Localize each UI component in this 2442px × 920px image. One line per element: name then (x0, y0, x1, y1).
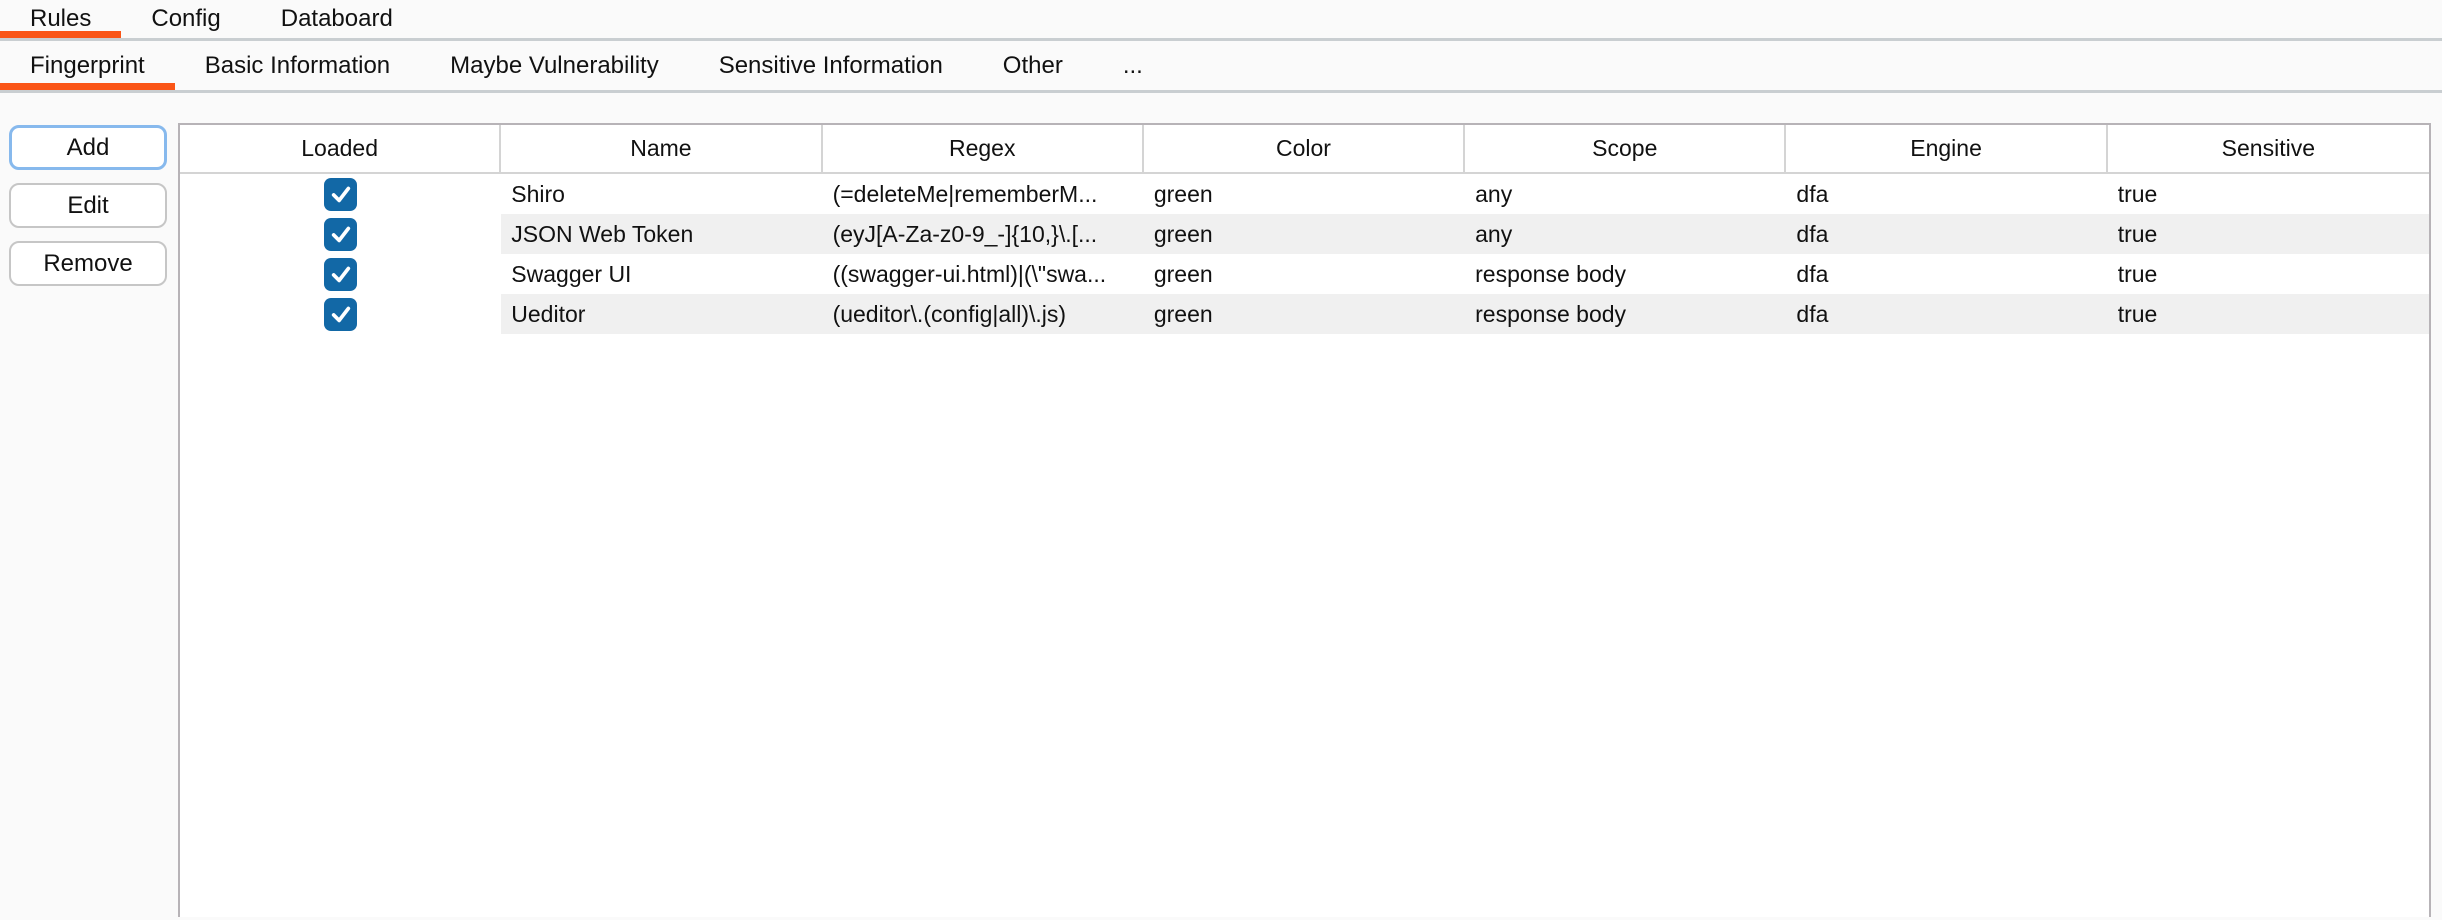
table-row[interactable]: Shiro (=deleteMe|rememberM... green any … (180, 174, 2429, 214)
column-header-engine[interactable]: Engine (1786, 125, 2107, 172)
loaded-checkbox[interactable] (324, 298, 357, 331)
color-cell: green (1144, 254, 1465, 294)
scope-cell: any (1465, 174, 1786, 214)
table-header-row: Loaded Name Regex Color Scope Engine Sen… (180, 125, 2429, 174)
scope-cell: response body (1465, 254, 1786, 294)
rule-actions-sidebar: Add Edit Remove (0, 93, 178, 917)
loaded-cell (180, 294, 501, 334)
scope-cell: response body (1465, 294, 1786, 334)
main-tab-bar: Rules Config Databoard (0, 0, 2442, 41)
sensitive-cell: true (2108, 214, 2429, 254)
remove-button[interactable]: Remove (9, 241, 167, 286)
sensitive-cell: true (2108, 174, 2429, 214)
subtab-more[interactable]: ... (1093, 41, 1173, 90)
sensitive-cell: true (2108, 294, 2429, 334)
subtab-basic-information-label: Basic Information (205, 52, 390, 80)
regex-cell: (eyJ[A-Za-z0-9_-]{10,}\.[... (823, 214, 1144, 254)
engine-cell: dfa (1786, 214, 2107, 254)
tab-databoard-label: Databoard (281, 5, 393, 33)
loaded-cell (180, 254, 501, 294)
regex-cell: ((swagger-ui.html)|(\"swa... (823, 254, 1144, 294)
subtab-other[interactable]: Other (973, 41, 1093, 90)
tab-config-label: Config (151, 5, 220, 33)
color-cell: green (1144, 174, 1465, 214)
loaded-checkbox[interactable] (324, 178, 357, 211)
table-body: Shiro (=deleteMe|rememberM... green any … (180, 174, 2429, 334)
column-header-regex[interactable]: Regex (823, 125, 1144, 172)
loaded-checkbox[interactable] (324, 218, 357, 251)
engine-cell: dfa (1786, 294, 2107, 334)
table-row[interactable]: Swagger UI ((swagger-ui.html)|(\"swa... … (180, 254, 2429, 294)
table-row[interactable]: JSON Web Token (eyJ[A-Za-z0-9_-]{10,}\.[… (180, 214, 2429, 254)
column-header-sensitive[interactable]: Sensitive (2108, 125, 2429, 172)
fingerprint-rules-table: Loaded Name Regex Color Scope Engine Sen… (178, 123, 2431, 917)
column-header-scope[interactable]: Scope (1465, 125, 1786, 172)
subtab-maybe-vulnerability[interactable]: Maybe Vulnerability (420, 41, 689, 90)
tab-rules[interactable]: Rules (0, 0, 121, 38)
subtab-fingerprint-label: Fingerprint (30, 52, 145, 80)
subtab-sensitive-information[interactable]: Sensitive Information (689, 41, 973, 90)
table-row[interactable]: Ueditor (ueditor\.(config|all)\.js) gree… (180, 294, 2429, 334)
column-header-name[interactable]: Name (501, 125, 822, 172)
subtab-fingerprint[interactable]: Fingerprint (0, 41, 175, 90)
check-icon (330, 263, 352, 285)
tab-rules-label: Rules (30, 5, 91, 33)
edit-button[interactable]: Edit (9, 183, 167, 228)
regex-cell: (=deleteMe|rememberM... (823, 174, 1144, 214)
check-icon (330, 223, 352, 245)
subtab-maybe-vulnerability-label: Maybe Vulnerability (450, 52, 659, 80)
loaded-checkbox[interactable] (324, 258, 357, 291)
tab-databoard[interactable]: Databoard (251, 0, 423, 38)
check-icon (330, 303, 352, 325)
scope-cell: any (1465, 214, 1786, 254)
engine-cell: dfa (1786, 254, 2107, 294)
tab-config[interactable]: Config (121, 0, 250, 38)
sub-tab-bar: Fingerprint Basic Information Maybe Vuln… (0, 41, 2442, 93)
color-cell: green (1144, 214, 1465, 254)
regex-cell: (ueditor\.(config|all)\.js) (823, 294, 1144, 334)
name-cell: Ueditor (501, 294, 822, 334)
loaded-cell (180, 174, 501, 214)
column-header-color[interactable]: Color (1144, 125, 1465, 172)
rules-content: Add Edit Remove Loaded Name Regex Color … (0, 93, 2442, 917)
subtab-other-label: Other (1003, 52, 1063, 80)
subtab-more-label: ... (1123, 52, 1143, 80)
check-icon (330, 183, 352, 205)
subtab-basic-information[interactable]: Basic Information (175, 41, 420, 90)
engine-cell: dfa (1786, 174, 2107, 214)
loaded-cell (180, 214, 501, 254)
column-header-loaded[interactable]: Loaded (180, 125, 501, 172)
add-button[interactable]: Add (9, 125, 167, 170)
subtab-sensitive-information-label: Sensitive Information (719, 52, 943, 80)
name-cell: Swagger UI (501, 254, 822, 294)
name-cell: JSON Web Token (501, 214, 822, 254)
name-cell: Shiro (501, 174, 822, 214)
color-cell: green (1144, 294, 1465, 334)
sensitive-cell: true (2108, 254, 2429, 294)
